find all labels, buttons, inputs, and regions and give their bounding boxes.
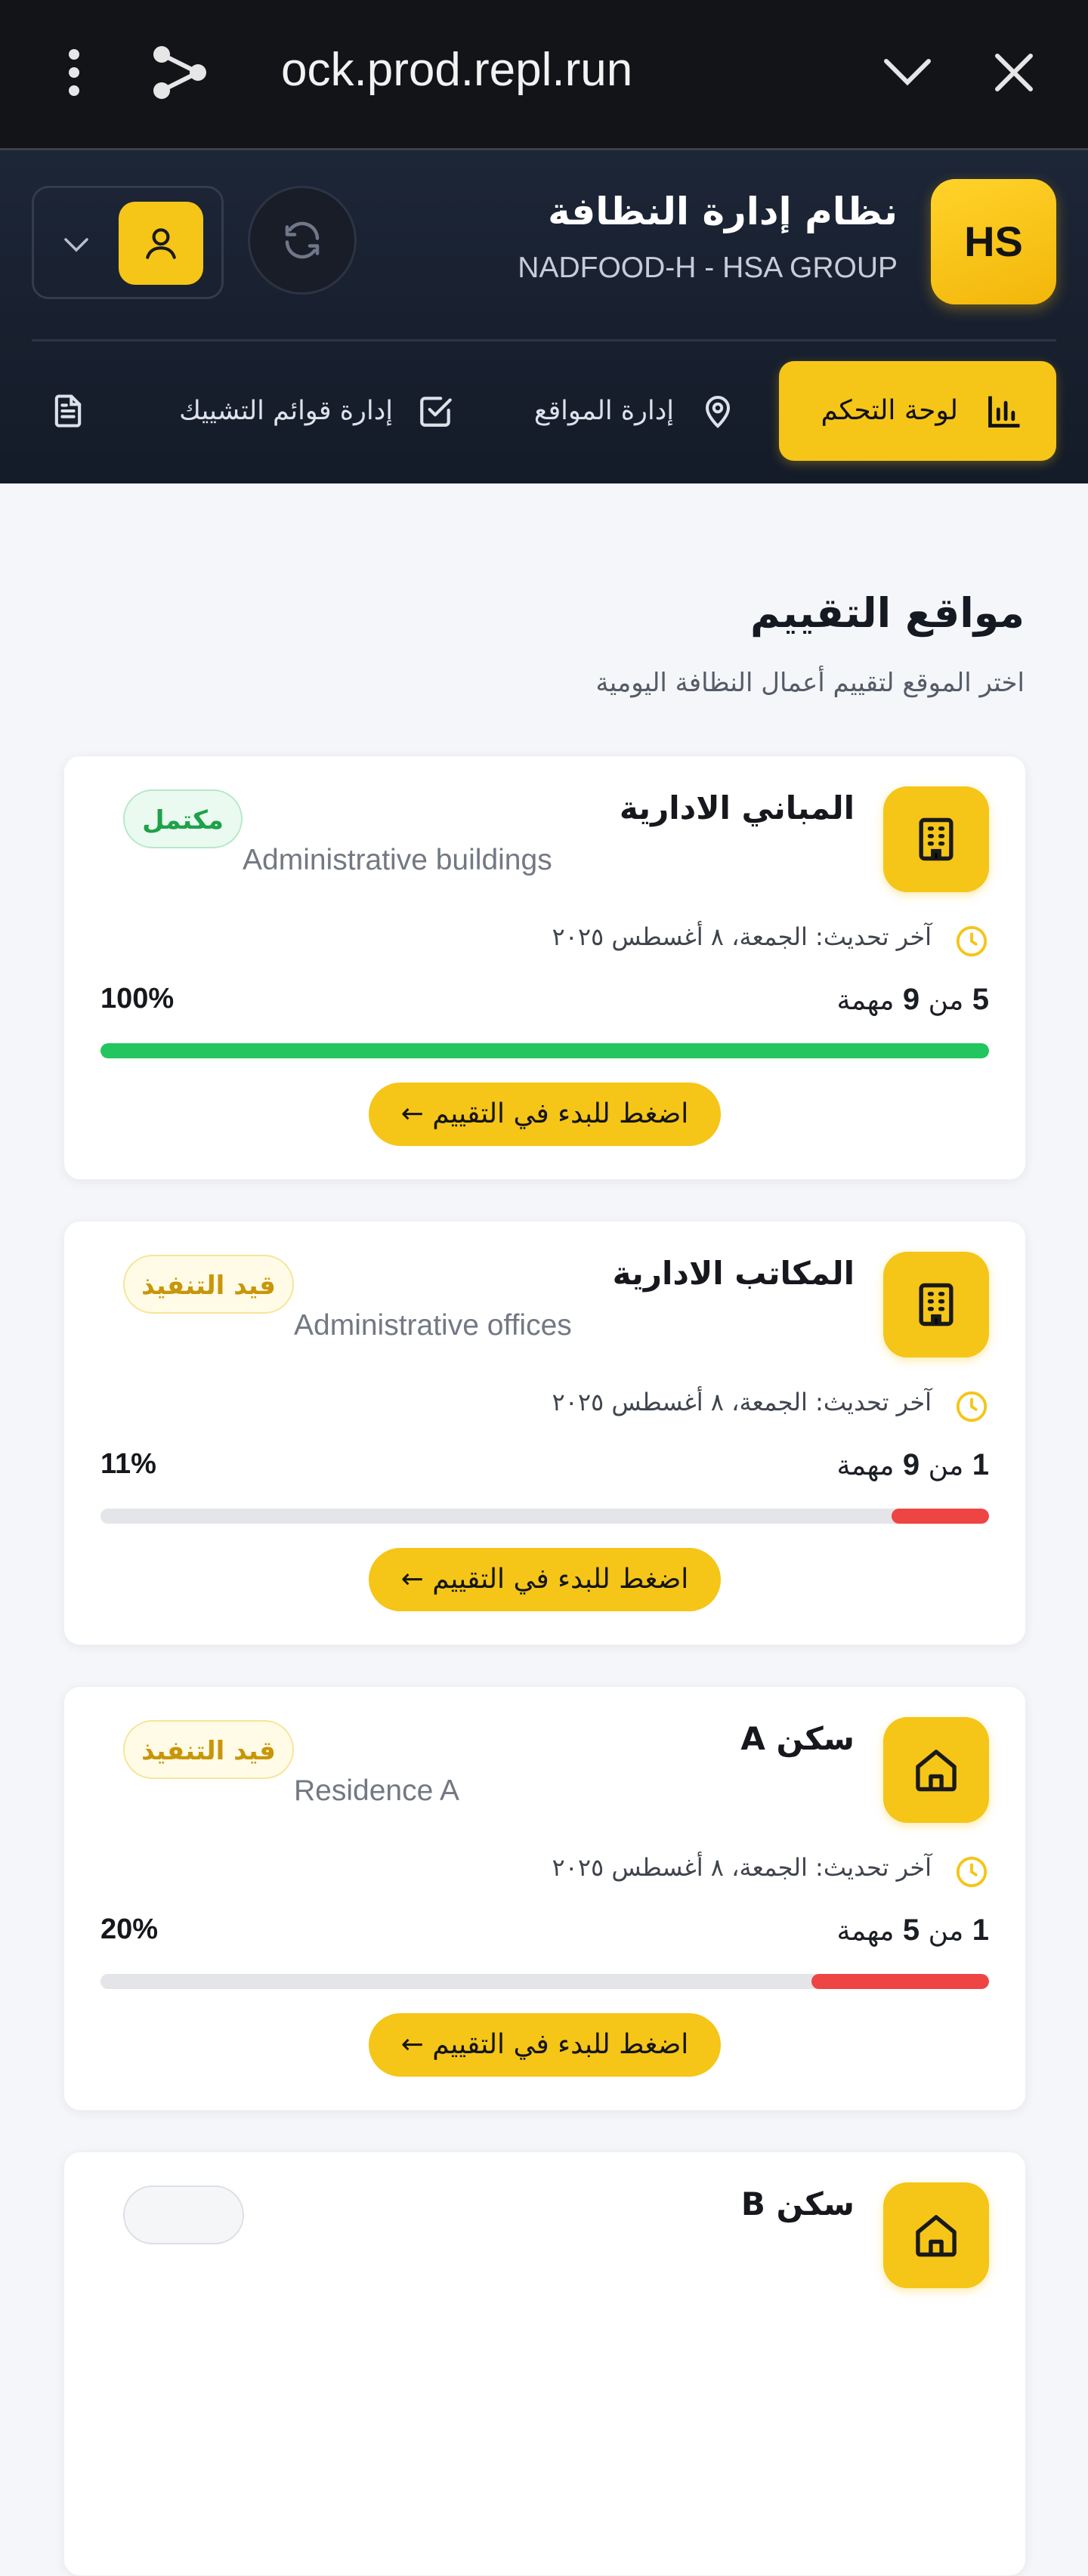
app-logo: HS: [931, 179, 1056, 304]
progress-track: [100, 1043, 989, 1058]
browser-toolbar: ock.prod.repl.run: [0, 0, 1088, 150]
tasks-unit: مهمة: [836, 1450, 895, 1481]
location-icon-tile: [883, 786, 989, 892]
tab-label: لوحة التحكم: [821, 395, 958, 426]
tasks-sep: من: [928, 1916, 964, 1947]
url-field[interactable]: ock.prod.repl.run: [281, 36, 750, 104]
clock-icon: [956, 1856, 988, 1888]
last-updated: آخر تحديث: الجمعة، ٨ أغسطس ٢٠٢٥: [552, 1388, 932, 1416]
location-icon-tile: [883, 2182, 989, 2288]
tasks-sep: من: [928, 1450, 964, 1481]
app-title: نظام إدارة النظافة: [548, 190, 898, 233]
avatar: [119, 202, 203, 285]
home-icon: [916, 2215, 957, 2257]
refresh-icon: [285, 221, 320, 259]
chevron-down-icon: [64, 238, 88, 252]
progress-fill: [100, 1043, 989, 1058]
share-icon[interactable]: [151, 44, 209, 104]
user-icon: [146, 228, 176, 259]
chevron-down-icon[interactable]: [882, 56, 932, 92]
refresh-button[interactable]: [248, 186, 357, 295]
tasks-done: 1: [972, 1913, 989, 1947]
task-count: 1 من 5 مهمة: [836, 1913, 989, 1947]
location-icon-tile: [883, 1717, 989, 1823]
location-icon-tile: [883, 1252, 989, 1357]
progress-fill: [811, 1974, 989, 1989]
start-evaluation-button[interactable]: اضغط للبدء في التقييم ←: [369, 1548, 721, 1611]
tasks-done: 1: [972, 1448, 989, 1481]
bar-chart-icon: [988, 396, 1020, 428]
clock-icon: [956, 925, 988, 957]
tasks-done: 5: [972, 983, 989, 1016]
tasks-total: 9: [902, 983, 920, 1016]
location-card[interactable]: المباني الادارية Administrative building…: [63, 755, 1026, 1180]
progress-track: [100, 1509, 989, 1524]
location-name: المكاتب الادارية: [612, 1255, 855, 1292]
close-icon[interactable]: [994, 53, 1034, 95]
progress-fill: [891, 1509, 989, 1524]
tab-checklists[interactable]: إدارة قوائم التشييك: [168, 361, 455, 461]
status-badge: مكتمل: [123, 789, 243, 848]
status-badge: [123, 2185, 244, 2244]
status-badge: قيد التنفيذ: [123, 1720, 294, 1779]
tab-label: إدارة قوائم التشييك: [179, 396, 393, 426]
tasks-unit: مهمة: [836, 985, 895, 1016]
progress-percent: 11%: [100, 1448, 156, 1480]
location-name-en: Administrative buildings: [243, 844, 552, 876]
building-icon: [919, 817, 954, 861]
location-name: سكن A: [740, 1720, 855, 1757]
tab-locations[interactable]: إدارة المواقع: [533, 361, 736, 461]
tasks-sep: من: [928, 985, 964, 1016]
tasks-unit: مهمة: [836, 1916, 895, 1947]
checkbox-icon: [420, 397, 452, 427]
header-divider: [32, 339, 1056, 341]
tab-label: إدارة المواقع: [533, 396, 674, 426]
start-evaluation-button[interactable]: اضغط للبدء في التقييم ←: [369, 1083, 721, 1146]
tasks-total: 5: [902, 1913, 920, 1947]
user-menu-button[interactable]: [32, 186, 224, 299]
location-name-en: Residence A: [294, 1774, 459, 1807]
task-count: 5 من 9 مهمة: [836, 983, 989, 1017]
app-header: HS نظام إدارة النظافة NADFOOD-H - HSA GR…: [0, 150, 1088, 483]
tab-dashboard[interactable]: لوحة التحكم: [779, 361, 1056, 461]
progress-percent: 20%: [100, 1913, 159, 1945]
tab-reports[interactable]: [45, 361, 91, 461]
start-evaluation-button[interactable]: اضغط للبدء في التقييم ←: [369, 2013, 721, 2077]
status-badge: قيد التنفيذ: [123, 1255, 294, 1314]
last-updated: آخر تحديث: الجمعة، ٨ أغسطس ٢٠٢٥: [552, 1853, 932, 1882]
page-subtitle: اختر الموقع لتقييم أعمال النظافة اليومية: [595, 668, 1025, 698]
progress-track: [100, 1974, 989, 1989]
document-icon: [54, 394, 82, 428]
tasks-total: 9: [902, 1448, 920, 1481]
page-title: مواقع التقييم: [750, 589, 1025, 637]
last-updated: آخر تحديث: الجمعة، ٨ أغسطس ٢٠٢٥: [552, 922, 932, 951]
map-pin-icon: [705, 396, 731, 428]
home-icon: [916, 1750, 957, 1792]
building-icon: [919, 1283, 954, 1327]
location-card[interactable]: سكن A Residence A قيد التنفيذ آخر تحديث:…: [63, 1686, 1026, 2111]
app-subtitle: NADFOOD-H - HSA GROUP: [518, 252, 898, 284]
clock-icon: [956, 1391, 988, 1422]
more-vert-icon[interactable]: [63, 44, 85, 104]
location-card[interactable]: سكن B: [63, 2151, 1026, 2576]
location-name-en: Administrative offices: [294, 1309, 572, 1342]
progress-percent: 100%: [100, 983, 175, 1015]
task-count: 1 من 9 مهمة: [836, 1448, 989, 1482]
location-card[interactable]: المكاتب الادارية Administrative offices …: [63, 1221, 1026, 1645]
location-name: المباني الادارية: [619, 789, 855, 826]
